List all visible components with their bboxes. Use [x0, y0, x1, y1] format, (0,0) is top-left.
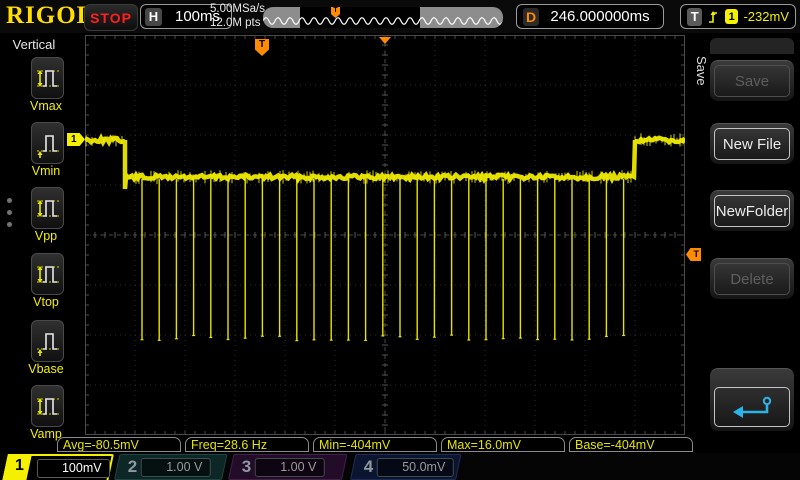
measurement-base: Base=-404mV — [569, 437, 693, 452]
delay-label: D — [523, 8, 539, 26]
sample-rate: 5.00MSa/s — [210, 3, 265, 17]
acquisition-info: 5.00MSa/s 12.0M pts — [210, 3, 265, 30]
channel-4-scale-box: 50.0mV — [377, 458, 453, 477]
softkey-new-file-label: New File — [714, 128, 790, 160]
vamp-icon — [35, 390, 61, 422]
softkey-new-folder[interactable]: NewFolder — [710, 190, 794, 231]
sidebar-item-vtop[interactable] — [31, 253, 64, 295]
memory-depth: 12.0M pts — [210, 17, 265, 31]
trigger-label: T — [687, 8, 702, 26]
channel-1-cell[interactable]: 1 100mV — [2, 454, 114, 480]
vmax-icon — [35, 62, 61, 94]
sidebar-item-vtop-label: Vtop — [14, 295, 78, 309]
vtop-icon — [35, 258, 61, 290]
rising-edge-icon — [707, 9, 720, 25]
vpp-icon — [35, 192, 61, 224]
page-dot — [7, 222, 12, 227]
sidebar-item-vbase-label: Vbase — [14, 362, 78, 376]
timebase-label: H — [145, 8, 162, 26]
vbase-icon — [35, 325, 61, 357]
softkey-save-label: Save — [714, 65, 790, 97]
sidebar-item-vmax[interactable] — [31, 57, 64, 99]
channel1-level-marker[interactable]: 1 — [67, 133, 85, 146]
trigger-level-marker[interactable]: T — [686, 248, 701, 261]
channel-3-cell[interactable]: 3 1.00 V — [228, 454, 348, 480]
softkey-save[interactable]: Save — [710, 60, 794, 101]
channel-4-number: 4 — [364, 457, 373, 477]
channel-1-scale: 100mV — [62, 461, 102, 475]
softkey-new-file[interactable]: New File — [710, 123, 794, 164]
horizontal-reference-icon — [379, 37, 391, 44]
trigger-source-badge: 1 — [725, 9, 739, 24]
measurement-avg: Avg=-80.5mV — [57, 437, 181, 452]
top-status-bar: RIGOL STOP H 100ms 5.00MSa/s 12.0M pts T… — [0, 0, 800, 33]
channel-3-scale: 1.00 V — [280, 460, 316, 474]
channel-2-cell[interactable]: 2 1.00 V — [114, 454, 228, 480]
sidebar-item-vpp[interactable] — [31, 187, 64, 229]
channel-4-scale: 50.0mV — [402, 460, 445, 474]
measurement-freq: Freq=28.6 Hz — [185, 437, 309, 452]
page-dot — [7, 210, 12, 215]
waveform-display — [85, 35, 685, 435]
softkey-back[interactable] — [710, 368, 794, 431]
channel-3-number: 3 — [242, 457, 251, 477]
channel-1-scale-box: 100mV — [37, 459, 110, 478]
return-arrow-icon — [729, 394, 775, 420]
page-dot — [7, 198, 12, 203]
sidebar-item-vpp-label: Vpp — [14, 229, 78, 243]
sidebar-item-vmin[interactable] — [31, 122, 64, 164]
waveform-overview-bar: T — [263, 7, 503, 28]
softkey-new-folder-label: NewFolder — [714, 195, 790, 227]
oscilloscope-screen: RIGOL STOP H 100ms 5.00MSa/s 12.0M pts T… — [0, 0, 800, 480]
vmin-icon — [35, 127, 61, 159]
trigger-level-value: -232mV — [743, 9, 789, 24]
measurement-min: Min=-404mV — [313, 437, 437, 452]
channel-2-scale: 1.00 V — [166, 460, 202, 474]
channel-3-scale-box: 1.00 V — [255, 458, 324, 477]
brand-logo: RIGOL — [6, 2, 94, 30]
channel-status-bar: 1 100mV 2 1.00 V 3 — [0, 453, 800, 480]
trigger-box[interactable]: T 1 -232mV — [680, 4, 796, 29]
softkey-delete[interactable]: Delete — [710, 258, 794, 299]
sidebar-item-vbase[interactable] — [31, 320, 64, 362]
menu-header — [710, 38, 794, 54]
sidebar-item-vamp[interactable] — [31, 385, 64, 427]
sidebar-item-vmin-label: Vmin — [14, 164, 78, 178]
measure-menu-title: Vertical — [10, 37, 58, 52]
overview-sine-icon — [263, 7, 503, 28]
menu-tab-label: Save — [694, 56, 709, 86]
delay-value: 246.000000ms — [543, 8, 657, 25]
channel-2-scale-box: 1.00 V — [141, 458, 210, 477]
softkey-delete-label: Delete — [714, 263, 790, 295]
run-state-indicator: STOP — [84, 4, 138, 31]
delay-box[interactable]: D 246.000000ms — [516, 4, 664, 29]
measurement-max: Max=16.0mV — [441, 437, 565, 452]
channel-4-cell[interactable]: 4 50.0mV — [350, 454, 462, 480]
channel-2-number: 2 — [128, 457, 137, 477]
sidebar-item-vmax-label: Vmax — [14, 99, 78, 113]
